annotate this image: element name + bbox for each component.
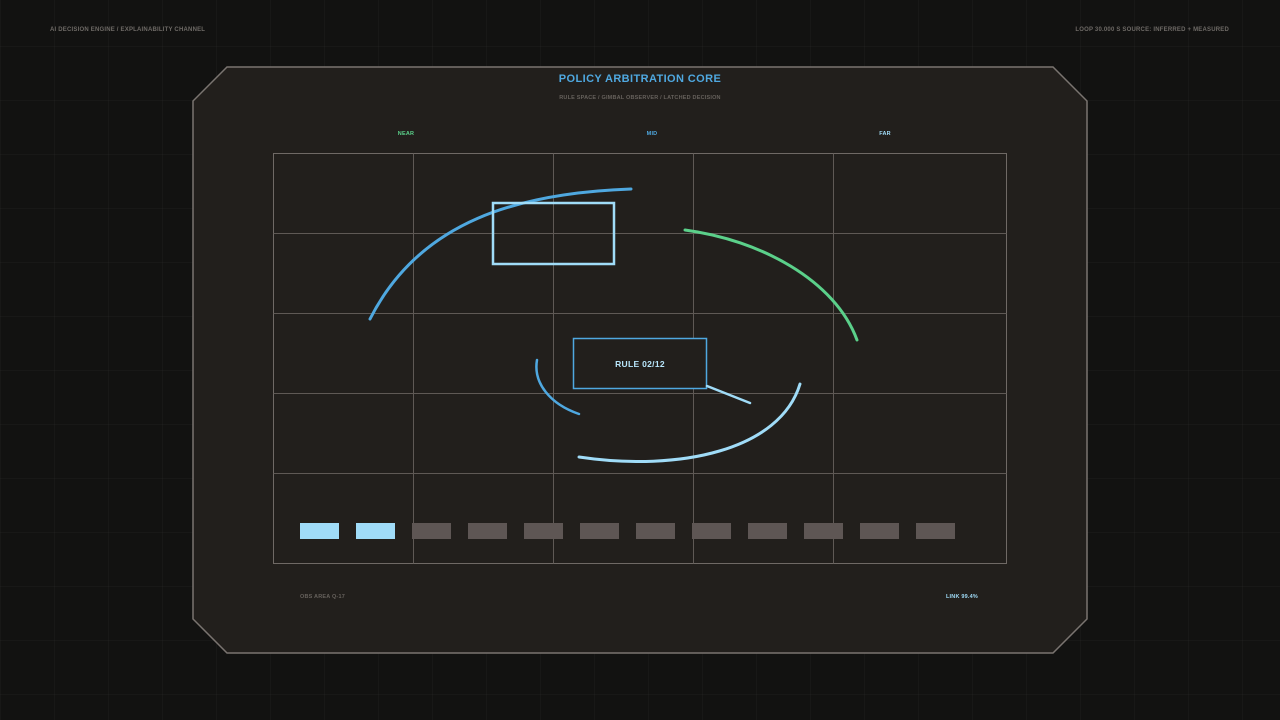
link-status-label: LINK 99.4% bbox=[946, 594, 978, 600]
zone-near-label: NEAR bbox=[397, 131, 415, 137]
rule-counter-text: RULE 02/12 bbox=[615, 358, 665, 369]
rule-counter-label: RULE 02/12 bbox=[573, 338, 707, 389]
zone-mid-label: MID bbox=[646, 131, 658, 137]
progress-segment-active bbox=[300, 523, 339, 539]
panel-subtitle: RULE SPACE / GIMBAL OBSERVER / LATCHED D… bbox=[559, 95, 721, 101]
hud-stage: AI DECISION ENGINE / EXPLAINABILITY CHAN… bbox=[0, 0, 1280, 720]
progress-segment-inactive bbox=[412, 523, 451, 539]
panel-title: POLICY ARBITRATION CORE bbox=[558, 73, 722, 85]
progress-segment-inactive bbox=[916, 523, 955, 539]
progress-segment-inactive bbox=[860, 523, 899, 539]
zone-far-label: FAR bbox=[879, 131, 891, 137]
progress-segment-inactive bbox=[804, 523, 843, 539]
progress-segment-inactive bbox=[692, 523, 731, 539]
progress-segment-inactive bbox=[748, 523, 787, 539]
obs-area-label: OBS AREA Q-17 bbox=[300, 594, 345, 600]
progress-segment-inactive bbox=[636, 523, 675, 539]
progress-segment-active bbox=[356, 523, 395, 539]
progress-segment-inactive bbox=[580, 523, 619, 539]
progress-segment-inactive bbox=[468, 523, 507, 539]
progress-segment-inactive bbox=[524, 523, 563, 539]
